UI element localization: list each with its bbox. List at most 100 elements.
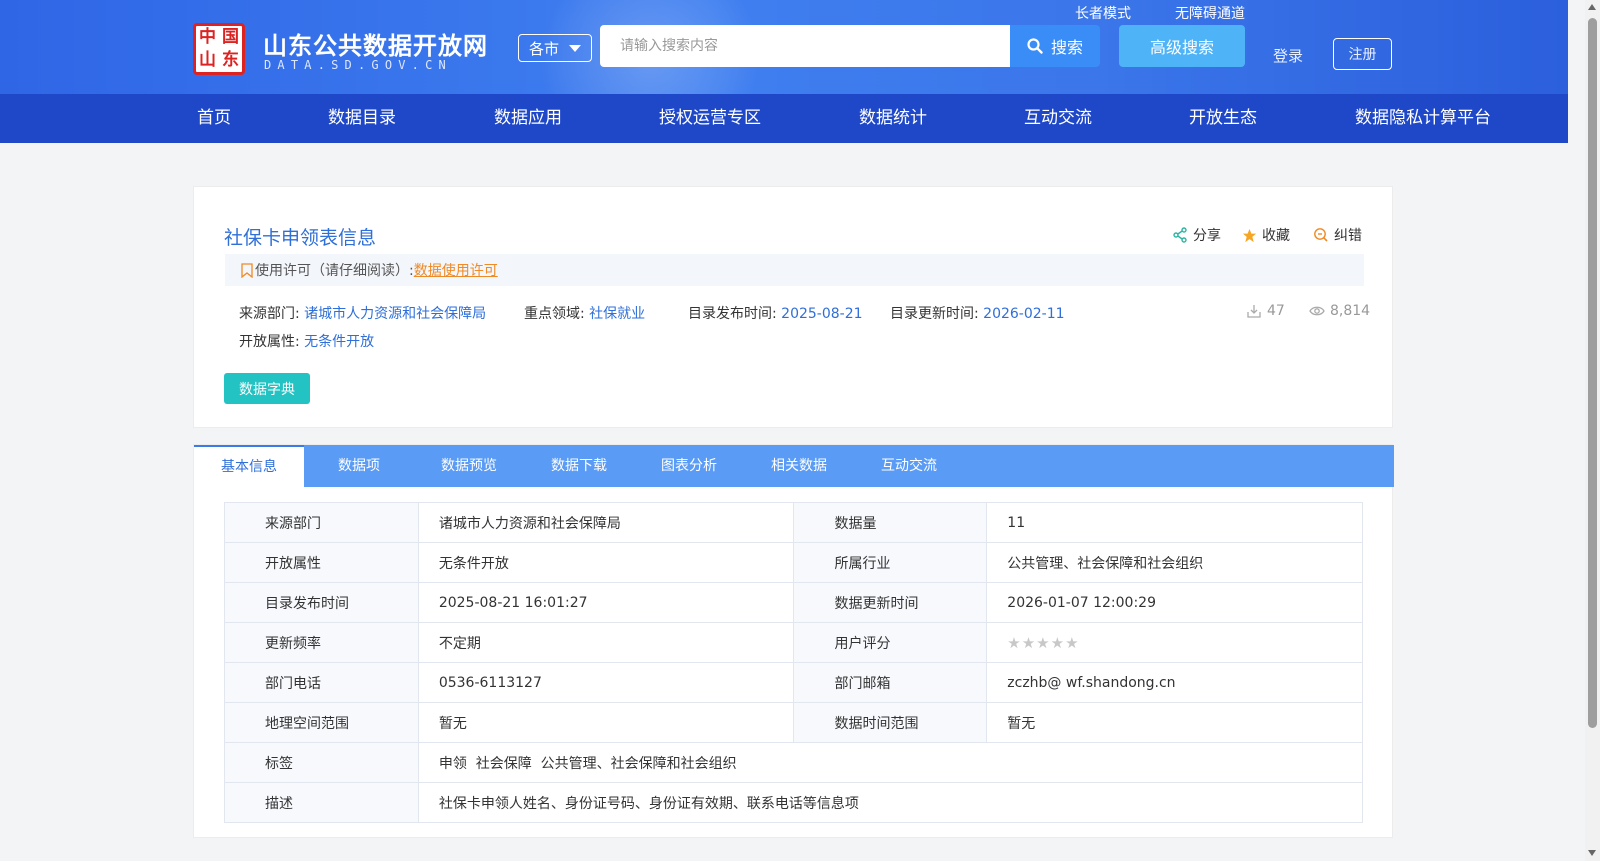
download-icon [1247, 305, 1261, 318]
site-title[interactable]: 山东公共数据开放网 [263, 26, 488, 61]
view-count: 8,814 [1309, 303, 1370, 319]
site-header: 中 国 山 东 山东公共数据开放网 DATA.SD.GOV.CN 各市 搜索 高… [0, 0, 1568, 94]
table-label: 描述 [224, 782, 419, 823]
table-label: 所属行业 [793, 542, 988, 583]
detail-tabs: 基本信息 数据项 数据预览 数据下载 图表分析 相关数据 互动交流 [194, 445, 1394, 487]
table-value: 2026-01-07 12:00:29 [986, 582, 1363, 623]
site-logo[interactable]: 中 国 山 东 [193, 23, 245, 75]
table-value: 不定期 [417, 622, 795, 663]
table-label: 标签 [224, 742, 419, 783]
nav-item-statistics[interactable]: 数据统计 [859, 94, 927, 143]
view-count-value: 8,814 [1330, 303, 1371, 319]
table-row: 开放属性 无条件开放 所属行业 公共管理、社会保障和社会组织 [224, 542, 1363, 583]
nav-item-interaction[interactable]: 互动交流 [1024, 94, 1092, 143]
logo-char: 山 [199, 50, 216, 70]
error-report-icon [1314, 228, 1328, 242]
search-button-label: 搜索 [1050, 38, 1083, 57]
table-label: 更新频率 [224, 622, 419, 663]
nav-item-authorized-ops[interactable]: 授权运营专区 [659, 94, 761, 143]
table-label: 地理空间范围 [224, 702, 419, 743]
download-count-value: 47 [1267, 303, 1285, 319]
table-label: 数据量 [793, 502, 988, 543]
meta-update-date: 目录更新时间: 2026-02-11 [890, 303, 1065, 323]
tab-data-preview[interactable]: 数据预览 [414, 445, 524, 487]
data-dictionary-button[interactable]: 数据字典 [224, 373, 310, 404]
meta-publish-value: 2025-08-21 [781, 306, 863, 322]
favorite-button[interactable]: 收藏 [1242, 225, 1290, 245]
table-label: 目录发布时间 [224, 582, 419, 623]
table-label: 部门邮箱 [793, 662, 988, 703]
table-label: 数据时间范围 [793, 702, 988, 743]
table-row: 部门电话 0536-6113127 部门邮箱 zczhb@ wf.shandon… [224, 662, 1363, 703]
advanced-search-button[interactable]: 高级搜索 [1119, 25, 1245, 67]
table-label: 来源部门 [224, 502, 419, 543]
meta-publish-date: 目录发布时间: 2025-08-21 [688, 303, 863, 323]
table-value: 2025-08-21 16:01:27 [417, 582, 795, 623]
nav-item-catalog[interactable]: 数据目录 [328, 94, 396, 143]
tab-data-download[interactable]: 数据下载 [524, 445, 634, 487]
download-count: 47 [1246, 303, 1285, 319]
share-icon [1173, 227, 1187, 243]
tab-related-data[interactable]: 相关数据 [744, 445, 854, 487]
nav-item-privacy-computing[interactable]: 数据隐私计算平台 [1355, 94, 1491, 143]
license-link[interactable]: 数据使用许可 [414, 260, 498, 280]
meta-open-attribute: 开放属性: 无条件开放 [239, 331, 374, 351]
meta-domain-value[interactable]: 社保就业 [589, 306, 645, 322]
tags-value: 申领 社会保障 公共管理、社会保障和社会组织 [417, 742, 1364, 783]
search-input[interactable] [600, 25, 1010, 67]
nav-item-ecosystem[interactable]: 开放生态 [1189, 94, 1257, 143]
search-icon [1027, 38, 1043, 54]
elder-mode-link[interactable]: 长者模式 [1075, 3, 1131, 23]
city-select-value: 各市 [529, 39, 560, 58]
meta-update-label: 目录更新时间: [890, 306, 979, 322]
table-row: 更新频率 不定期 用户评分 ★★★★★ [224, 622, 1363, 663]
meta-open-value: 无条件开放 [304, 334, 375, 350]
meta-update-value: 2026-02-11 [983, 306, 1065, 322]
chevron-down-icon [569, 44, 582, 52]
table-value: 11 [986, 502, 1363, 543]
search-button[interactable]: 搜索 [1010, 25, 1100, 67]
table-row: 描述 社保卡申领人姓名、身份证号码、身份证有效期、联系电话等信息项 [224, 782, 1364, 823]
table-value: 暂无 [417, 702, 795, 743]
meta-open-label: 开放属性: [239, 334, 300, 350]
rating-stars-icon[interactable]: ★★★★★ [1007, 634, 1079, 652]
dataset-title: 社保卡申领表信息 [224, 227, 377, 249]
nav-item-home[interactable]: 首页 [197, 94, 231, 143]
meta-source-value[interactable]: 诸城市人力资源和社会保障局 [304, 306, 486, 322]
scroll-down-icon[interactable] [1588, 850, 1596, 856]
table-value: 暂无 [986, 702, 1363, 743]
meta-domain-label: 重点领域: [524, 306, 585, 322]
basic-info-table: 来源部门 诸城市人力资源和社会保障局 数据量 11 开放属性 无条件开放 所属行… [224, 502, 1364, 823]
meta-publish-label: 目录发布时间: [688, 306, 777, 322]
city-select[interactable]: 各市 [518, 34, 592, 62]
share-label: 分享 [1193, 228, 1221, 244]
logo-char: 中 [199, 27, 216, 47]
dataset-summary-card: 社保卡申领表信息 分享 收藏 纠错 使用许可（请仔细阅读）: 数据使用许可 来源… [193, 186, 1393, 428]
description-value: 社保卡申领人姓名、身份证号码、身份证有效期、联系电话等信息项 [417, 782, 1364, 823]
table-value: 公共管理、社会保障和社会组织 [986, 542, 1363, 583]
login-link[interactable]: 登录 [1273, 45, 1303, 66]
nav-item-apps[interactable]: 数据应用 [494, 94, 562, 143]
report-error-button[interactable]: 纠错 [1313, 225, 1362, 245]
table-row: 标签 申领 社会保障 公共管理、社会保障和社会组织 [224, 742, 1364, 783]
table-row: 来源部门 诸城市人力资源和社会保障局 数据量 11 [224, 502, 1363, 543]
tab-chart-analysis[interactable]: 图表分析 [634, 445, 744, 487]
scroll-up-icon[interactable] [1588, 4, 1596, 10]
share-button[interactable]: 分享 [1172, 225, 1221, 245]
logo-char: 东 [222, 50, 239, 70]
meta-source: 来源部门: 诸城市人力资源和社会保障局 [239, 303, 486, 323]
dataset-detail-card: 基本信息 数据项 数据预览 数据下载 图表分析 相关数据 互动交流 来源部门 诸… [193, 444, 1394, 838]
accessibility-link[interactable]: 无障碍通道 [1175, 3, 1245, 23]
table-value: zczhb@ wf.shandong.cn [986, 662, 1363, 703]
main-nav: 首页 数据目录 数据应用 授权运营专区 数据统计 互动交流 开放生态 数据隐私计… [0, 94, 1568, 143]
tab-basic-info[interactable]: 基本信息 [194, 445, 304, 487]
tab-data-items[interactable]: 数据项 [304, 445, 414, 487]
user-rating[interactable]: ★★★★★ [986, 622, 1363, 663]
table-label: 部门电话 [224, 662, 419, 703]
scrollbar-thumb[interactable] [1588, 18, 1597, 728]
register-button[interactable]: 注册 [1333, 38, 1392, 70]
table-label: 用户评分 [793, 622, 988, 663]
site-subtitle: DATA.SD.GOV.CN [264, 58, 452, 72]
table-value: 0536-6113127 [417, 662, 795, 703]
tab-interaction[interactable]: 互动交流 [854, 445, 964, 487]
